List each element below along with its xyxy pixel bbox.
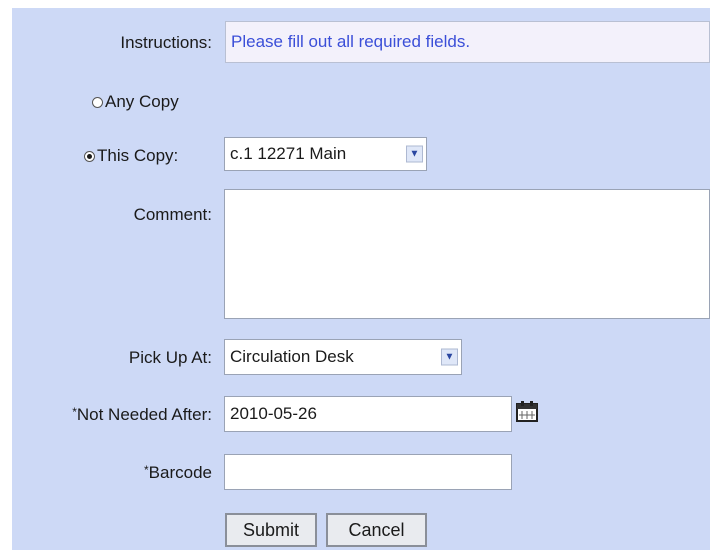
this-copy-label: This Copy: (97, 146, 179, 165)
chevron-down-icon[interactable]: ▼ (441, 348, 458, 366)
pickup-select[interactable]: Circulation Desk ▼ (224, 339, 462, 375)
any-copy-label: Any Copy (105, 92, 179, 111)
not-needed-label: *Not Needed After: (72, 405, 212, 425)
any-copy-radio[interactable] (92, 96, 103, 108)
any-copy-option[interactable]: Any Copy (92, 92, 179, 112)
this-copy-radio[interactable] (84, 150, 95, 162)
submit-button[interactable]: Submit (225, 513, 317, 547)
comment-label: Comment: (133, 205, 212, 224)
comment-textarea[interactable] (224, 189, 710, 319)
pickup-select-value: Circulation Desk (230, 347, 354, 366)
barcode-label-text: Barcode (148, 463, 212, 482)
this-copy-select-value: c.1 12271 Main (230, 144, 347, 163)
cancel-button[interactable]: Cancel (326, 513, 427, 547)
barcode-input[interactable] (224, 454, 512, 490)
instructions-label: Instructions: (120, 33, 212, 52)
barcode-label: *Barcode (144, 463, 212, 483)
this-copy-select[interactable]: c.1 12271 Main ▼ (224, 137, 427, 171)
not-needed-date-input[interactable]: 2010-05-26 (224, 396, 512, 432)
chevron-down-icon[interactable]: ▼ (406, 145, 423, 163)
pickup-label: Pick Up At: (128, 348, 212, 367)
instructions-text: Please fill out all required fields. (225, 21, 710, 63)
not-needed-label-text: Not Needed After: (76, 405, 212, 424)
this-copy-option[interactable]: This Copy: (84, 146, 178, 166)
calendar-icon[interactable] (514, 399, 540, 423)
